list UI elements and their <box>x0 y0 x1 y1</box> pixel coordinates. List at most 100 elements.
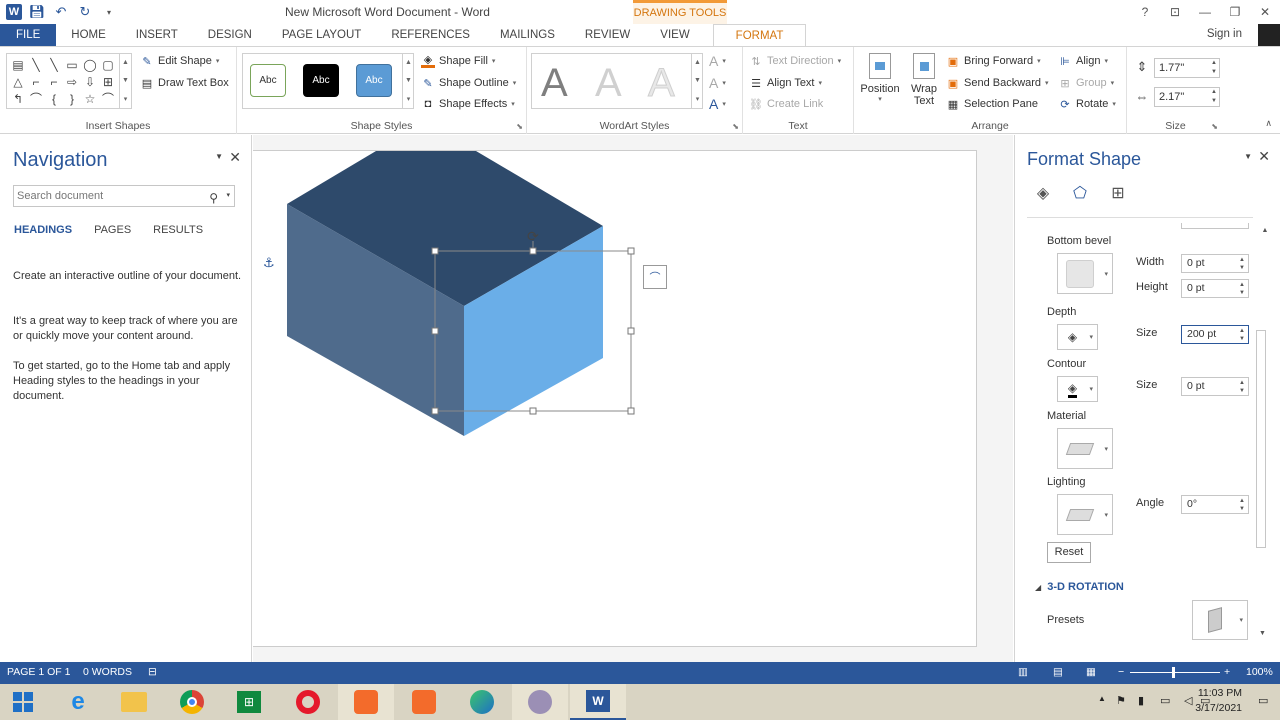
zoom-out-icon[interactable]: − <box>1118 666 1124 678</box>
text-fill-icon[interactable]: A ▾ <box>709 53 726 69</box>
notifications-icon[interactable]: ▭ <box>1258 694 1268 707</box>
shape-width-input[interactable]: 2.17" ▲ ▼ <box>1154 87 1220 107</box>
undo-icon[interactable]: ↶ <box>52 3 70 21</box>
collapse-ribbon-icon[interactable]: ∧ <box>1265 118 1272 129</box>
rectangle-shape-icon[interactable]: ▭ <box>63 56 81 73</box>
search-input[interactable]: Search document ⚲ ▾ <box>13 185 235 207</box>
tab-mailings[interactable]: MAILINGS <box>485 24 570 46</box>
flag-icon[interactable]: ⚑ <box>1116 694 1126 707</box>
scroll-down-icon[interactable]: ▼ <box>1259 630 1266 637</box>
word-taskbar-icon[interactable]: W <box>570 684 626 720</box>
nav-options-icon[interactable]: ▼ <box>215 152 223 161</box>
edit-shape-button[interactable]: ✎ Edit Shape ▾ <box>140 54 219 68</box>
system-clock[interactable]: 11:03 PM 3/17/2021 <box>1195 686 1242 716</box>
textbox-shape-icon[interactable]: ▤ <box>9 56 27 73</box>
file-explorer-icon[interactable] <box>106 684 162 720</box>
group-button[interactable]: ⊞ Group ▾ <box>1058 76 1114 90</box>
document-page[interactable]: ⚓ ⟳ ⌒ <box>253 150 977 647</box>
line-shape-icon[interactable]: ╲ <box>27 56 45 73</box>
zoom-level[interactable]: 100% <box>1246 666 1273 678</box>
rotation-section-header[interactable]: ◢ 3-D ROTATION <box>1035 581 1124 593</box>
align-text-button[interactable]: ☰ Align Text ▾ <box>749 76 822 90</box>
zoom-slider[interactable] <box>1130 672 1220 673</box>
curve-shape-icon[interactable]: ⌒ <box>27 90 45 107</box>
reset-button[interactable]: Reset <box>1047 542 1091 563</box>
depth-size-input[interactable]: 200 pt ▲ ▼ <box>1181 325 1249 344</box>
resize-handle[interactable] <box>627 327 635 335</box>
rotation-presets-picker[interactable]: ▾ <box>1192 600 1248 640</box>
tray-overflow-icon[interactable]: ▲ <box>1098 694 1106 703</box>
elbow-shape-icon[interactable]: ⌐ <box>27 73 45 90</box>
resize-handle[interactable] <box>529 247 537 255</box>
rotate-button[interactable]: ⟳ Rotate ▾ <box>1058 97 1116 111</box>
edge-icon[interactable] <box>454 684 510 720</box>
format-pane-options-icon[interactable]: ▼ <box>1244 152 1252 161</box>
line2-shape-icon[interactable]: ╲ <box>45 56 63 73</box>
bracket-shape-icon[interactable]: ↰ <box>9 90 27 107</box>
camera-app-icon[interactable] <box>396 684 452 720</box>
sign-in-link[interactable]: Sign in <box>1207 28 1242 40</box>
shape-fill-button[interactable]: ◈ Shape Fill ▾ <box>421 54 495 68</box>
lighting-picker[interactable]: ▾ <box>1057 494 1113 535</box>
layout-properties-icon[interactable]: ⊞ <box>1106 181 1130 205</box>
elbow2-shape-icon[interactable]: ⌐ <box>45 73 63 90</box>
size-launcher-icon[interactable]: ⬊ <box>1211 122 1218 131</box>
tab-page-layout[interactable]: PAGE LAYOUT <box>267 24 376 46</box>
help-icon[interactable]: ? <box>1130 0 1160 24</box>
chrome-icon[interactable] <box>164 684 220 720</box>
arc-shape-icon[interactable]: ⌒ <box>99 90 117 107</box>
wordart-style-1[interactable]: A <box>541 61 568 106</box>
internet-explorer-icon[interactable]: e <box>50 684 106 720</box>
arrow-down-shape-icon[interactable]: ⇩ <box>81 73 99 90</box>
nav-tab-pages[interactable]: PAGES <box>94 224 131 236</box>
shape-styles-scroll[interactable]: ▲ ▼ ▾ <box>402 53 414 109</box>
rotation-handle-icon[interactable]: ⟳ <box>527 229 539 245</box>
resize-handle[interactable] <box>431 247 439 255</box>
wrap-text-button[interactable]: Wrap Text <box>904 53 944 107</box>
search-icon[interactable]: ⚲ <box>209 188 218 208</box>
position-button[interactable]: Position ▾ <box>858 53 902 103</box>
shape-outline-button[interactable]: ✎ Shape Outline ▾ <box>421 76 516 90</box>
network-icon[interactable]: ▮ <box>1138 694 1144 707</box>
print-layout-icon[interactable]: ▤ <box>1053 666 1063 678</box>
word-count[interactable]: 0 WORDS <box>83 666 132 678</box>
bevel-height-input[interactable]: 0 pt ▲ ▼ <box>1181 279 1249 298</box>
triangle-shape-icon[interactable]: △ <box>9 73 27 90</box>
bevel-width-input[interactable]: 0 pt ▲ ▼ <box>1181 254 1249 273</box>
text-direction-button[interactable]: ⇅ Text Direction ▾ <box>749 54 841 68</box>
shapes-gallery-scroll[interactable]: ▲ ▼ ▾ <box>119 53 131 109</box>
angle-input[interactable]: 0° ▲ ▼ <box>1181 495 1249 514</box>
chart-shape-icon[interactable]: ⊞ <box>99 73 117 90</box>
brace-right-shape-icon[interactable]: } <box>63 90 81 107</box>
shape-height-input[interactable]: 1.77" ▲ ▼ <box>1154 58 1220 78</box>
rounded-rect-shape-icon[interactable]: ▢ <box>99 56 117 73</box>
contour-color-picker[interactable]: ◈ ▾ <box>1057 376 1098 402</box>
shapes-gallery[interactable]: ▤ ╲ ╲ ▭ ◯ ▢ △ ⌐ ⌐ ⇨ ⇩ ⊞ ↰ ⌒ { } ☆ ⌒ <box>6 53 132 109</box>
wordart-launcher-icon[interactable]: ⬊ <box>732 122 739 131</box>
bottom-bevel-picker[interactable]: ▾ <box>1057 253 1113 294</box>
cube-shape[interactable]: ⟳ <box>253 151 977 648</box>
resize-handle[interactable] <box>627 247 635 255</box>
layout-options-icon[interactable]: ⌒ <box>643 265 667 289</box>
brace-left-shape-icon[interactable]: { <box>45 90 63 107</box>
resize-handle[interactable] <box>431 327 439 335</box>
bring-forward-button[interactable]: ▣ Bring Forward ▾ <box>946 54 1041 68</box>
proofing-icon[interactable]: ⊟ <box>148 666 157 678</box>
oval-shape-icon[interactable]: ◯ <box>81 56 99 73</box>
tab-references[interactable]: REFERENCES <box>376 24 485 46</box>
tab-file[interactable]: FILE <box>0 24 57 46</box>
text-outline-icon[interactable]: A ▾ <box>709 75 726 91</box>
star-shape-icon[interactable]: ☆ <box>81 90 99 107</box>
send-backward-button[interactable]: ▣ Send Backward ▾ <box>946 76 1049 90</box>
zoom-slider-thumb[interactable] <box>1172 667 1175 678</box>
resize-handle[interactable] <box>431 407 439 415</box>
tab-insert[interactable]: INSERT <box>121 24 193 46</box>
nav-tab-results[interactable]: RESULTS <box>153 224 203 236</box>
resize-handle[interactable] <box>529 407 537 415</box>
torrent-app-icon[interactable] <box>512 684 568 720</box>
effects-tab-icon[interactable]: ⬠ <box>1068 181 1092 205</box>
shape-style-3[interactable]: Abc <box>356 64 392 97</box>
tab-design[interactable]: DESIGN <box>193 24 267 46</box>
nav-tab-headings[interactable]: HEADINGS <box>14 224 72 236</box>
battery-icon[interactable]: ▭ <box>1160 694 1170 707</box>
